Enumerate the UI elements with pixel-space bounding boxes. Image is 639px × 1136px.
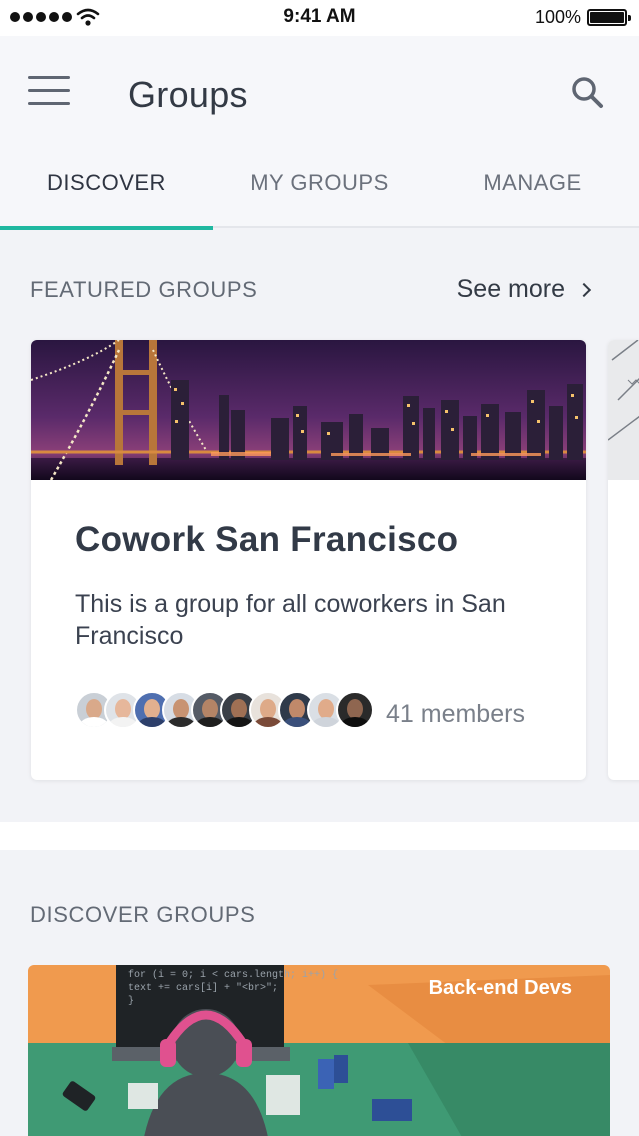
see-more-label: See more xyxy=(456,275,565,303)
code-line-1: for (i = 0; i < cars.length; i++) { xyxy=(128,969,338,981)
group-title: Cowork San Francisco xyxy=(75,520,459,559)
group-description: This is a group for all coworkers in San… xyxy=(75,590,506,650)
member-count: 41 members xyxy=(386,700,525,728)
page-title: Groups xyxy=(128,74,248,115)
member-avatars xyxy=(75,691,374,729)
featured-groups-heading: FEATURED GROUPS xyxy=(30,277,258,302)
code-line-3: } xyxy=(128,995,134,1007)
next-featured-card[interactable] xyxy=(608,340,639,780)
code-line-2: text += cars[i] + "<br>"; xyxy=(128,982,278,994)
app-bar: Groups DISCOVER MY GROUPS MANAGE xyxy=(0,36,639,230)
discover-group-card[interactable]: for (i = 0; i < cars.length; i++) { text… xyxy=(28,965,610,1136)
tab-manage[interactable]: MANAGE xyxy=(426,152,639,228)
chevron-right-icon xyxy=(576,282,592,298)
tab-my-groups[interactable]: MY GROUPS xyxy=(213,152,426,228)
hamburger-menu-icon[interactable] xyxy=(28,76,70,106)
discover-groups-heading: DISCOVER GROUPS xyxy=(30,902,256,927)
blueprint-image xyxy=(608,340,639,480)
battery-icon xyxy=(587,9,631,26)
status-bar: 9:41 AM 100% xyxy=(0,0,639,36)
featured-group-card[interactable]: Cowork San Francisco This is a group for… xyxy=(31,340,586,780)
see-more-link[interactable]: See more xyxy=(456,275,592,304)
section-divider xyxy=(0,822,639,850)
tab-bar: DISCOVER MY GROUPS MANAGE xyxy=(0,152,639,230)
tab-discover[interactable]: DISCOVER xyxy=(0,152,213,230)
avatar xyxy=(336,691,374,729)
discover-card-label: Back-end Devs xyxy=(428,977,572,999)
battery-percentage: 100% xyxy=(534,7,581,27)
search-icon[interactable] xyxy=(569,74,607,112)
san-francisco-skyline-image xyxy=(31,340,586,480)
